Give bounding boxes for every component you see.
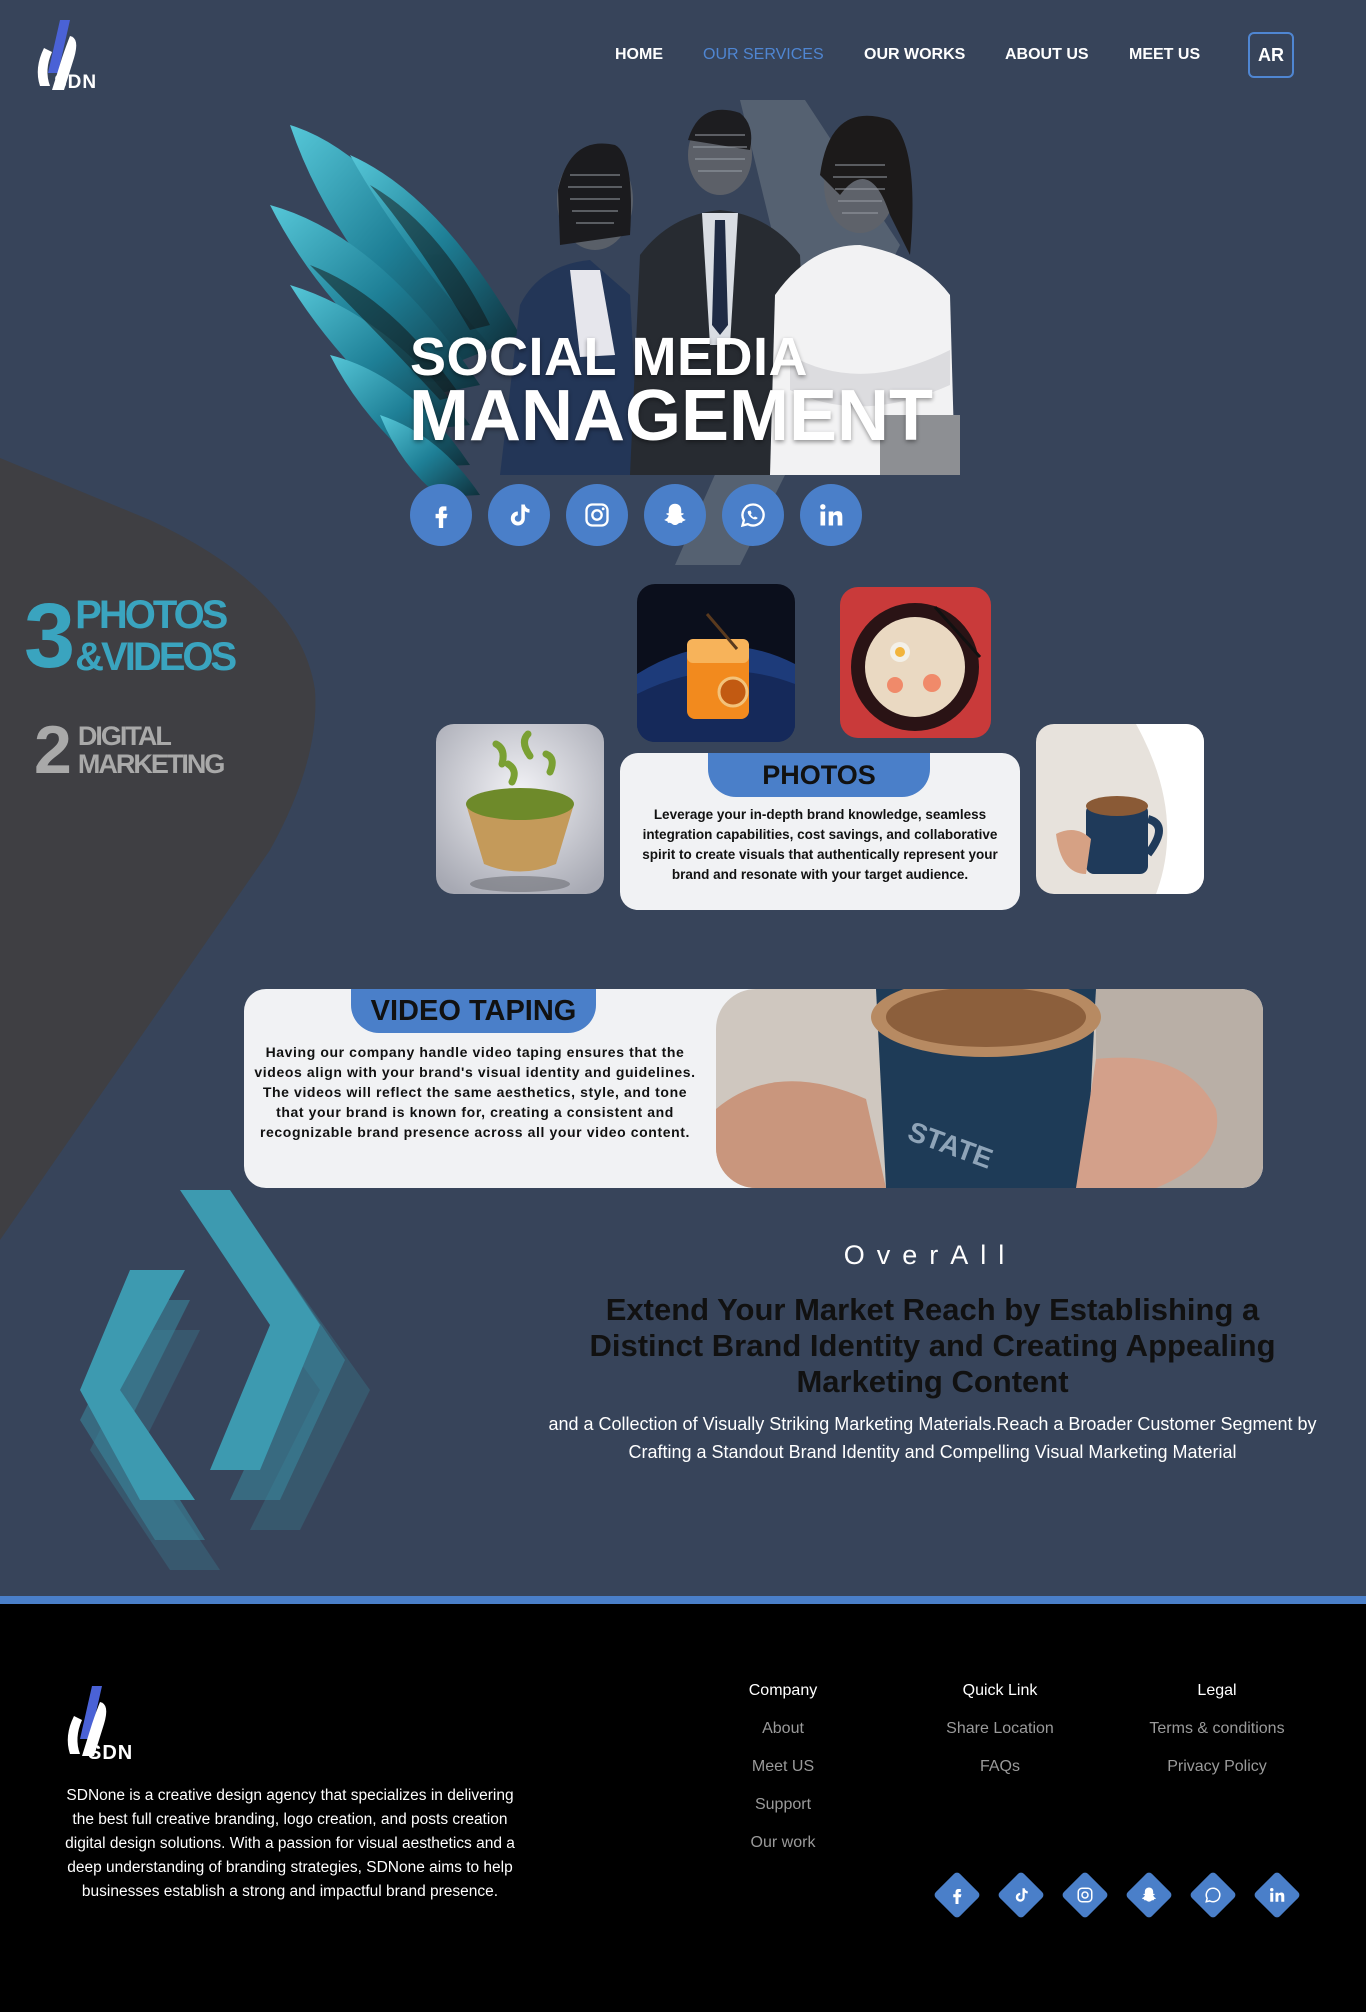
footer: SDN SDNone is a creative design agency t…	[0, 1604, 1366, 2012]
footer-quick-link-column: Quick Link Share Location FAQs	[900, 1682, 1100, 1796]
snapchat-icon[interactable]	[1124, 1870, 1174, 1920]
footer-company-column: Company About Meet US Support Our work	[683, 1682, 883, 1872]
footer-legal-heading: Legal	[1197, 1682, 1237, 1699]
photo-noodle-bowl	[840, 587, 991, 738]
footer-social-links	[932, 1870, 1302, 1920]
photos-card: PHOTOS Leverage your in-depth brand know…	[620, 753, 1020, 910]
instagram-icon[interactable]	[1060, 1870, 1110, 1920]
footer-company-heading: Company	[748, 1682, 818, 1699]
counter-label-line2: MARKETING	[77, 749, 225, 779]
hero-social-links	[410, 484, 862, 546]
photos-card-title: PHOTOS	[708, 753, 930, 797]
footer-link-about[interactable]: About	[683, 1720, 883, 1738]
footer-link-share-location[interactable]: Share Location	[900, 1720, 1100, 1738]
counter-label: PHOTOS &VIDEOS	[75, 593, 237, 679]
counter-digital-marketing: 2 DIGITAL MARKETING	[34, 712, 225, 788]
footer-divider	[0, 1596, 1366, 1604]
counter-label-line1: DIGITAL	[77, 721, 172, 751]
counter-label: DIGITAL MARKETING	[77, 721, 225, 779]
footer-legal-column: Legal Terms & conditions Privacy Policy	[1117, 1682, 1317, 1796]
footer-link-support[interactable]: Support	[683, 1796, 883, 1814]
nav-meet-us[interactable]: MEET US	[1129, 46, 1200, 64]
overall-body: and a Collection of Visually Striking Ma…	[548, 1414, 1317, 1462]
video-card-title: VIDEO TAPING	[351, 989, 596, 1033]
counter-label-line2: &VIDEOS	[75, 635, 237, 679]
facebook-icon[interactable]	[410, 484, 472, 546]
footer-link-privacy[interactable]: Privacy Policy	[1117, 1758, 1317, 1776]
facebook-icon[interactable]	[932, 1870, 982, 1920]
footer-link-meet-us[interactable]: Meet US	[683, 1758, 883, 1776]
footer-link-terms[interactable]: Terms & conditions	[1117, 1720, 1317, 1738]
language-button[interactable]: AR	[1248, 32, 1294, 78]
nav-home[interactable]: HOME	[615, 46, 663, 64]
nav-our-works[interactable]: OUR WORKS	[864, 46, 965, 64]
counter-number: 2	[34, 712, 72, 788]
video-coffee-image: STATE	[716, 989, 1263, 1188]
whatsapp-icon[interactable]	[722, 484, 784, 546]
footer-link-faqs[interactable]: FAQs	[900, 1758, 1100, 1776]
footer-about-text: SDNone is a creative design agency that …	[65, 1787, 515, 1900]
main-nav: HOME OUR SERVICES OUR WORKS ABOUT US MEE…	[0, 42, 1366, 72]
hero-title-line2: MANAGEMENT	[409, 376, 933, 456]
nav-our-services[interactable]: OUR SERVICES	[703, 46, 824, 64]
photo-cocktail	[637, 584, 795, 742]
counter-photos-videos: 3 PHOTOS &VIDEOS	[24, 585, 237, 687]
counter-label-line1: PHOTOS	[75, 593, 228, 637]
footer-link-our-work[interactable]: Our work	[683, 1834, 883, 1852]
footer-logo-text: SDN	[88, 1742, 134, 1764]
photo-edamame	[436, 724, 604, 894]
linkedin-icon[interactable]	[1252, 1870, 1302, 1920]
nav-about-us[interactable]: ABOUT US	[1005, 46, 1089, 64]
instagram-icon[interactable]	[566, 484, 628, 546]
logo-text: SDN	[54, 72, 98, 93]
overall-kicker: OverAll	[843, 1240, 1017, 1270]
overall-heading: Extend Your Market Reach by Establishing…	[589, 1292, 1276, 1399]
linkedin-icon[interactable]	[800, 484, 862, 546]
photo-coffee-mug	[1036, 724, 1204, 894]
tiktok-icon[interactable]	[996, 1870, 1046, 1920]
tiktok-icon[interactable]	[488, 484, 550, 546]
video-card-text: Having our company handle video taping e…	[254, 1044, 696, 1140]
video-taping-card: VIDEO TAPING Having our company handle v…	[244, 989, 1263, 1188]
snapchat-icon[interactable]	[644, 484, 706, 546]
footer-quick-link-heading: Quick Link	[962, 1682, 1038, 1699]
chevron-decoration-icon	[80, 1190, 370, 1570]
whatsapp-icon[interactable]	[1188, 1870, 1238, 1920]
photos-card-text: Leverage your in-depth brand knowledge, …	[642, 807, 998, 882]
counter-number: 3	[24, 585, 75, 687]
